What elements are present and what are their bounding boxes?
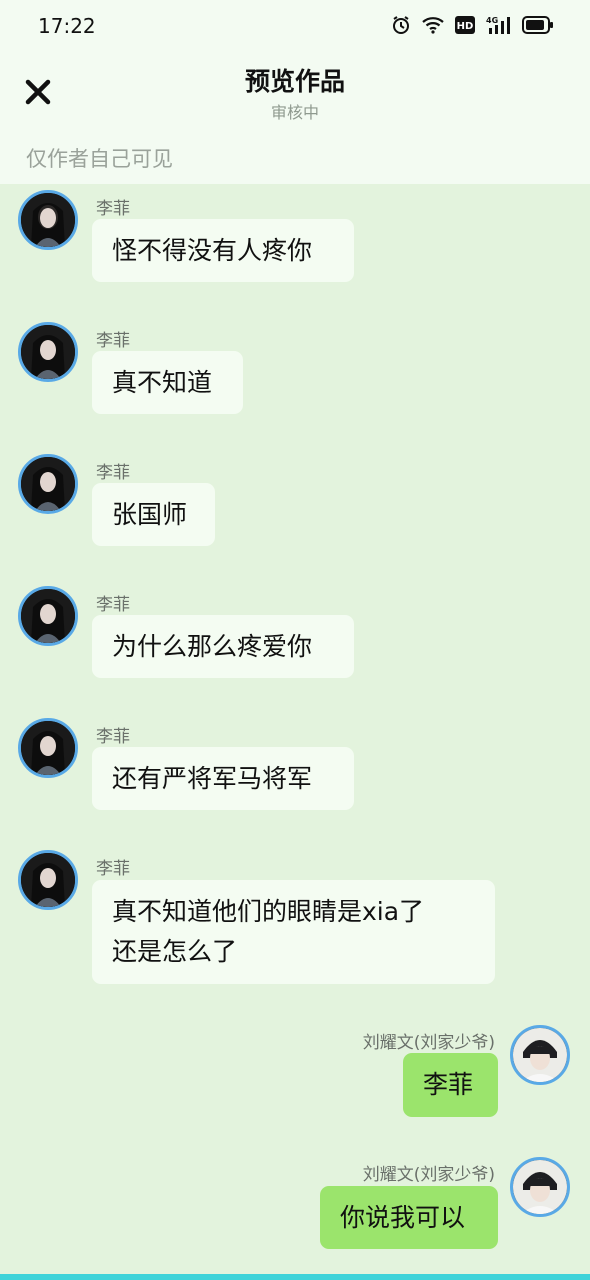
avatar-lifei[interactable] [18, 586, 78, 646]
review-status: 审核中 [270, 103, 319, 122]
sender-name: 李菲 [96, 859, 130, 879]
message-line: 还是怎么了 [112, 937, 238, 966]
wifi-icon [422, 15, 444, 35]
page-title: 预览作品 [244, 67, 345, 96]
sender-name: 李菲 [96, 331, 130, 351]
avatar-liuyaowen[interactable] [510, 1025, 570, 1085]
battery-icon [522, 15, 554, 35]
avatar-lifei[interactable] [18, 718, 78, 778]
signal-4g-icon: 4G [486, 15, 512, 35]
visibility-note: 仅作者自己可见 [26, 147, 173, 171]
avatar-lifei[interactable] [18, 454, 78, 514]
alarm-icon [390, 15, 412, 35]
sender-name: 李菲 [96, 199, 130, 219]
network-label: 4G [486, 16, 498, 25]
sender-name: 李菲 [96, 595, 130, 615]
message-bubble[interactable]: 张国师 [92, 483, 215, 546]
bottom-accent-bar [0, 1274, 590, 1280]
sender-name: 李菲 [96, 727, 130, 747]
message-bubble[interactable]: 真不知道他们的眼睛是xia了 还是怎么了 [92, 880, 495, 984]
message-bubble[interactable]: 李菲 [403, 1053, 498, 1117]
sender-name: 刘耀文(刘家少爷) [362, 1165, 495, 1185]
status-bar: 17:22 HD 4G [0, 0, 590, 52]
status-time: 17:22 [38, 14, 96, 38]
message-bubble[interactable]: 为什么那么疼爱你 [92, 615, 354, 678]
chat-area[interactable]: 李菲 怪不得没有人疼你 李菲 真不知道 李菲 张国师 李菲 为什么那么疼爱你 李… [0, 184, 590, 1274]
message-bubble[interactable]: 怪不得没有人疼你 [92, 219, 354, 282]
sender-name: 刘耀文(刘家少爷) [362, 1033, 495, 1053]
hd-label: HD [457, 21, 474, 32]
message-bubble[interactable]: 真不知道 [92, 351, 243, 414]
sender-name: 李菲 [96, 463, 130, 483]
avatar-lifei[interactable] [18, 322, 78, 382]
avatar-liuyaowen[interactable] [510, 1157, 570, 1217]
message-bubble[interactable]: 还有严将军马将军 [92, 747, 354, 810]
header: 预览作品 审核中 仅作者自己可见 [0, 52, 590, 184]
status-icons: HD 4G [390, 15, 554, 35]
hd-icon: HD [454, 15, 476, 35]
avatar-lifei[interactable] [18, 190, 78, 250]
message-line: 真不知道他们的眼睛是xia了 [112, 897, 425, 926]
message-bubble[interactable]: 你说我可以 [320, 1186, 498, 1249]
avatar-lifei[interactable] [18, 850, 78, 910]
